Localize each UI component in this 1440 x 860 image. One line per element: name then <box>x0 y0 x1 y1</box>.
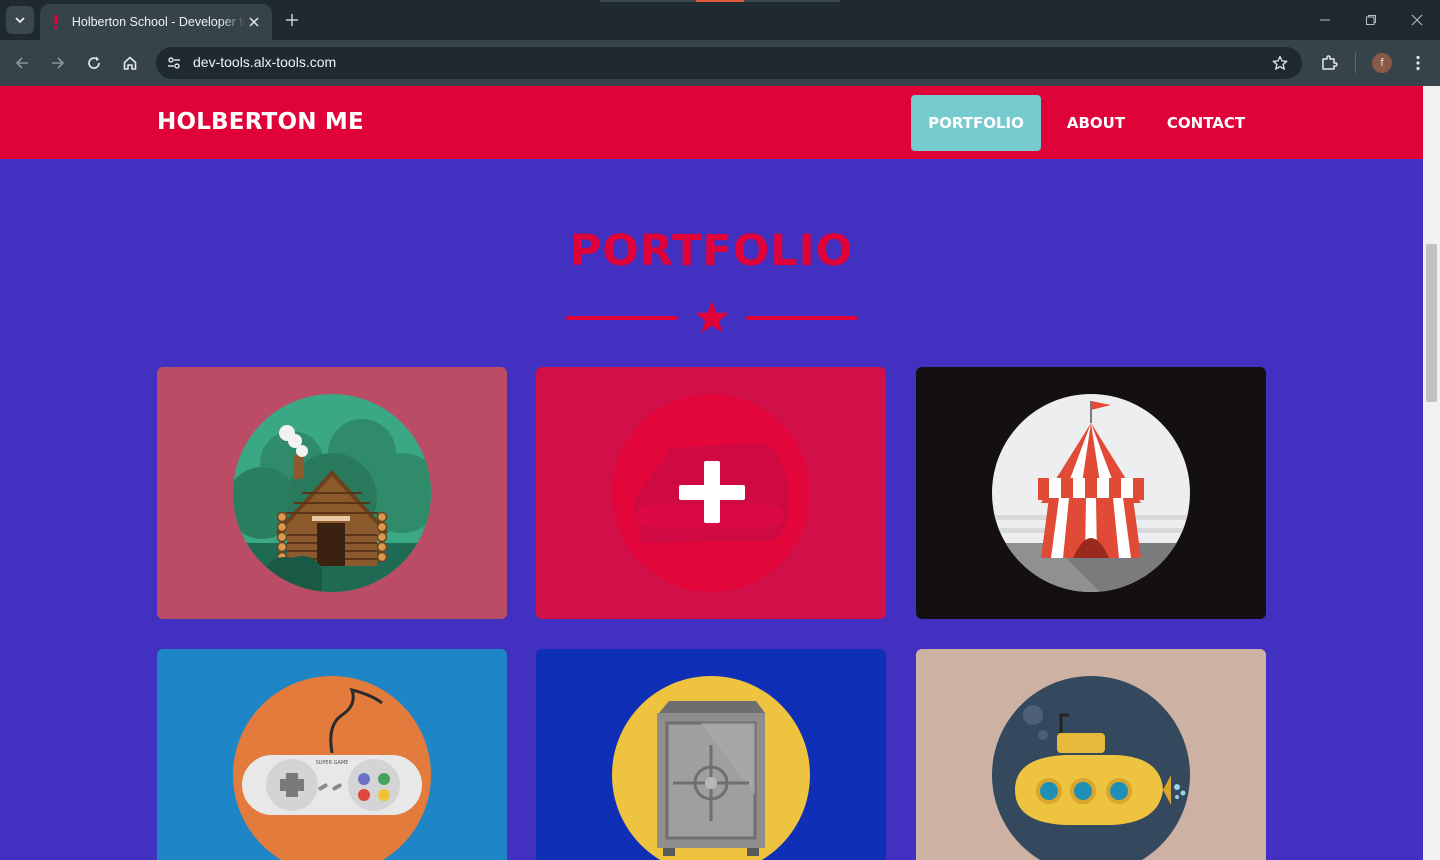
nav-contact-link[interactable]: CONTACT <box>1151 95 1261 151</box>
browser-toolbar: dev-tools.alx-tools.com f <box>0 40 1440 86</box>
profile-avatar[interactable]: f <box>1372 53 1392 73</box>
close-tab-icon[interactable] <box>246 14 262 30</box>
game-controller-icon: SUPER GAME <box>233 676 431 860</box>
portfolio-item-submarine[interactable] <box>916 649 1266 860</box>
url-text: dev-tools.alx-tools.com <box>193 54 337 70</box>
reload-icon[interactable] <box>82 51 106 75</box>
address-bar[interactable]: dev-tools.alx-tools.com <box>156 47 1302 79</box>
scrollbar-thumb[interactable] <box>1426 244 1437 402</box>
log-cabin-icon <box>233 394 431 592</box>
main-nav: PORTFOLIO ABOUT CONTACT <box>911 95 1261 151</box>
minimize-icon[interactable] <box>1315 10 1335 30</box>
submarine-icon <box>992 676 1190 860</box>
home-icon[interactable] <box>118 51 142 75</box>
browser-tab[interactable]: Holberton School - Developer tools <box>40 4 272 40</box>
browser-tab-strip: Holberton School - Developer tools <box>0 0 1440 40</box>
safe-icon <box>612 676 810 860</box>
nav-about-link[interactable]: ABOUT <box>1041 95 1151 151</box>
tab-search-button[interactable] <box>6 6 34 34</box>
divider-line-right <box>746 316 858 320</box>
back-icon[interactable] <box>10 51 34 75</box>
tab-title: Holberton School - Developer tools <box>71 15 247 29</box>
plus-icon <box>612 394 810 592</box>
portfolio-item-circus[interactable] <box>916 367 1266 619</box>
toolbar-separator <box>1355 53 1356 73</box>
extensions-icon[interactable] <box>1317 51 1341 75</box>
favicon-icon <box>52 14 60 30</box>
restore-icon[interactable] <box>1361 10 1381 30</box>
bookmark-star-icon[interactable] <box>1270 53 1290 73</box>
close-window-icon[interactable] <box>1407 10 1427 30</box>
nav-portfolio-link[interactable]: PORTFOLIO <box>911 95 1041 151</box>
kebab-menu-icon[interactable] <box>1406 51 1430 75</box>
tab-strip-indicator <box>600 0 840 2</box>
brand-logo-text[interactable]: HOLBERTON ME <box>157 109 364 135</box>
controller-label: SUPER GAME <box>316 760 349 766</box>
page-viewport: HOLBERTON ME PORTFOLIO ABOUT CONTACT POR… <box>0 86 1423 860</box>
portfolio-item-add[interactable] <box>536 367 886 619</box>
divider-line-left <box>566 316 678 320</box>
portfolio-heading: PORTFOLIO <box>569 226 854 276</box>
circus-tent-icon <box>992 394 1190 592</box>
forward-icon[interactable] <box>46 51 70 75</box>
heading-divider <box>566 300 858 338</box>
chevron-down-icon <box>15 17 25 24</box>
site-header: HOLBERTON ME PORTFOLIO ABOUT CONTACT <box>0 86 1423 159</box>
star-icon <box>695 301 729 333</box>
page-scrollbar[interactable] <box>1423 86 1440 860</box>
site-settings-icon[interactable] <box>164 53 184 73</box>
portfolio-item-safe[interactable] <box>536 649 886 860</box>
portfolio-item-game[interactable]: SUPER GAME <box>157 649 507 860</box>
portfolio-item-cabin[interactable] <box>157 367 507 619</box>
new-tab-icon[interactable] <box>282 10 302 30</box>
